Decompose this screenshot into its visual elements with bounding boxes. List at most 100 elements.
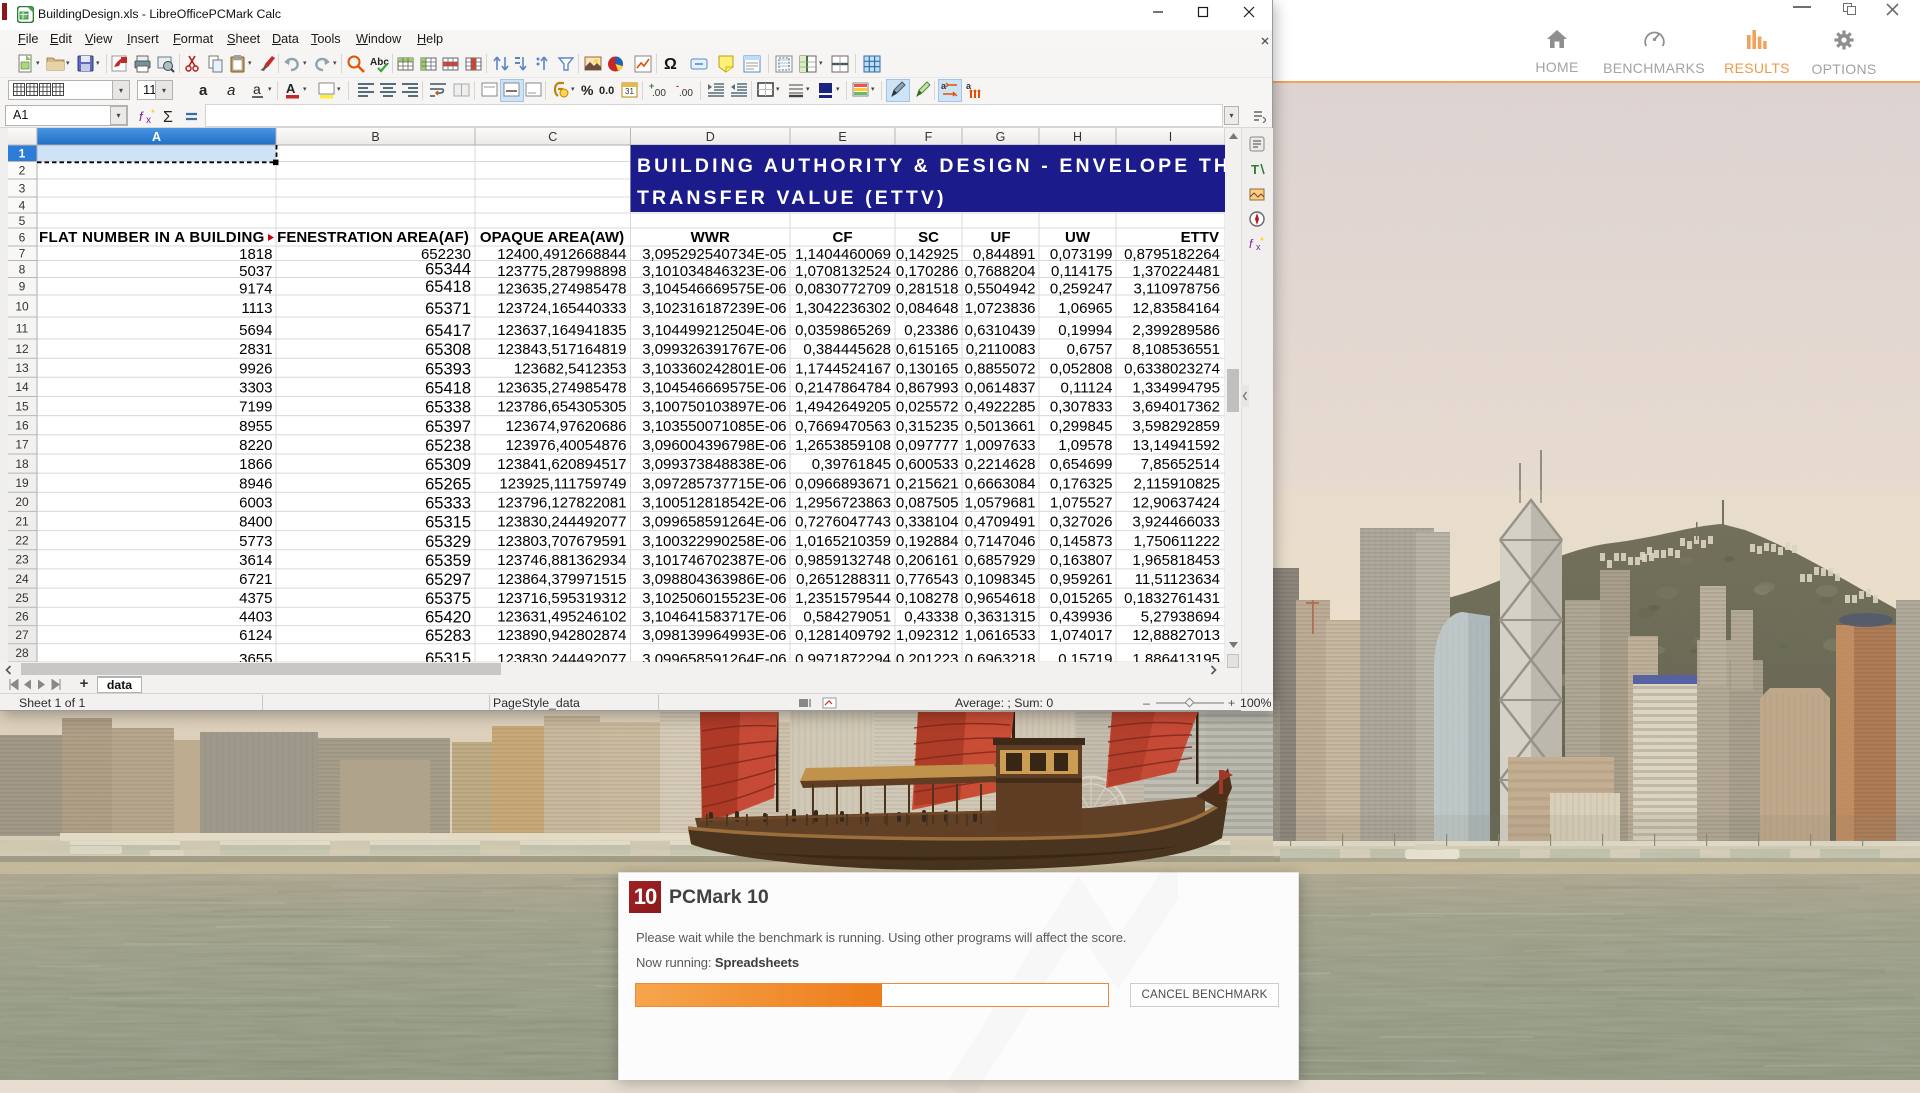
svg-text:12: 12: [15, 342, 29, 356]
svg-text:3655: 3655: [239, 651, 272, 662]
svg-text:123637,164941835: 123637,164941835: [497, 322, 626, 339]
svg-text:65397: 65397: [425, 418, 471, 436]
svg-text:0,0830772709: 0,0830772709: [795, 281, 891, 298]
svg-text:3,103550071085E-06: 3,103550071085E-06: [642, 418, 786, 435]
svg-text:1,965818453: 1,965818453: [1132, 552, 1220, 569]
svg-text:0,084648: 0,084648: [896, 300, 959, 317]
svg-text:0,39761845: 0,39761845: [812, 456, 891, 473]
svg-text:1,2653859108: 1,2653859108: [795, 437, 891, 454]
svg-text:3,098139964993E-06: 3,098139964993E-06: [642, 627, 786, 644]
svg-text:5: 5: [19, 214, 26, 228]
svg-text:123716,595319312: 123716,595319312: [497, 590, 626, 607]
svg-text:123674,97620686: 123674,97620686: [506, 418, 627, 435]
svg-text:3,099658591264E-06: 3,099658591264E-06: [642, 514, 786, 531]
svg-text:3,098804363986E-06: 3,098804363986E-06: [642, 571, 786, 588]
svg-text:1,1404460069: 1,1404460069: [795, 246, 891, 263]
svg-text:23: 23: [15, 553, 29, 567]
svg-text:0,6663084: 0,6663084: [965, 475, 1036, 492]
svg-text:a: a: [227, 82, 235, 99]
svg-text:4403: 4403: [239, 609, 272, 626]
svg-text:G: G: [996, 130, 1006, 144]
svg-text:1,0579681: 1,0579681: [965, 494, 1036, 511]
svg-text:a: a: [966, 81, 972, 91]
svg-text:0,439936: 0,439936: [1050, 609, 1113, 626]
svg-text:65338: 65338: [425, 399, 471, 417]
svg-text:0,2651288311: 0,2651288311: [796, 571, 891, 588]
svg-text:0,6310439: 0,6310439: [965, 322, 1036, 339]
svg-text:0,8855072: 0,8855072: [965, 360, 1036, 377]
svg-text:0,307833: 0,307833: [1050, 399, 1113, 416]
svg-text:0,654699: 0,654699: [1050, 456, 1113, 473]
svg-text:6721: 6721: [239, 571, 272, 588]
svg-text:0,015265: 0,015265: [1050, 590, 1113, 607]
svg-text:3,095292540734E-05: 3,095292540734E-05: [642, 246, 786, 263]
svg-text:0,097777: 0,097777: [896, 437, 959, 454]
svg-text:3,694017362: 3,694017362: [1132, 399, 1220, 416]
svg-text:8,108536551: 8,108536551: [1132, 341, 1220, 358]
svg-text:H: H: [1073, 130, 1082, 144]
svg-text:123635,274985478: 123635,274985478: [497, 281, 626, 298]
svg-text:123864,379971515: 123864,379971515: [497, 571, 626, 588]
svg-text:1,886413195: 1,886413195: [1132, 651, 1220, 662]
svg-text:1,0616533: 1,0616533: [965, 627, 1036, 644]
svg-text:3,104546669575E-06: 3,104546669575E-06: [642, 380, 786, 397]
svg-text:FLAT NUMBER IN A BUILDING: FLAT NUMBER IN A BUILDING: [39, 229, 265, 246]
svg-text:5773: 5773: [239, 533, 272, 550]
svg-text:13,14941592: 13,14941592: [1132, 437, 1220, 454]
svg-text:0,4709491: 0,4709491: [965, 514, 1036, 531]
svg-text:9926: 9926: [239, 360, 272, 377]
svg-text:0,844891: 0,844891: [973, 246, 1036, 263]
svg-text:3,104499212504E-06: 3,104499212504E-06: [642, 322, 786, 339]
svg-text:17: 17: [15, 438, 29, 452]
svg-text:1113: 1113: [241, 300, 272, 317]
svg-text:1,09578: 1,09578: [1058, 437, 1112, 454]
svg-text:0,11124: 0,11124: [1061, 380, 1113, 397]
svg-text:1,4942649205: 1,4942649205: [795, 399, 891, 416]
svg-text:a: a: [199, 82, 208, 99]
svg-text:x: x: [146, 115, 151, 124]
svg-text:0,142925: 0,142925: [896, 246, 959, 263]
svg-text:1,0708132524: 1,0708132524: [795, 263, 891, 280]
svg-text:65238: 65238: [425, 437, 471, 455]
svg-text:3,099658591264E-06: 3,099658591264E-06: [642, 651, 786, 662]
svg-text:CF: CF: [833, 229, 853, 246]
svg-text:14: 14: [15, 380, 29, 394]
svg-text:15: 15: [15, 399, 29, 413]
svg-text:1,074017: 1,074017: [1050, 627, 1113, 644]
svg-text:0,0359865269: 0,0359865269: [795, 322, 891, 339]
svg-text:0,384445628: 0,384445628: [803, 341, 891, 358]
svg-text:FENESTRATION AREA(AF): FENESTRATION AREA(AF): [277, 229, 469, 246]
svg-text:0,7669470563: 0,7669470563: [795, 418, 891, 435]
svg-text:0,5013661: 0,5013661: [965, 418, 1036, 435]
svg-text:0,163807: 0,163807: [1050, 552, 1113, 569]
svg-text:3,103360242801E-06: 3,103360242801E-06: [642, 360, 786, 377]
svg-text:21: 21: [15, 514, 29, 528]
svg-text:7,85652514: 7,85652514: [1141, 456, 1220, 473]
svg-text:65420: 65420: [425, 609, 471, 627]
svg-text:3,102316187239E-06: 3,102316187239E-06: [642, 300, 786, 317]
svg-text:24: 24: [15, 572, 29, 586]
svg-text:65309: 65309: [425, 456, 471, 474]
svg-text:f: f: [1249, 237, 1254, 251]
svg-text:1,0723836: 1,0723836: [965, 300, 1036, 317]
svg-text:5694: 5694: [239, 322, 272, 339]
svg-text:65283: 65283: [425, 627, 471, 645]
svg-text:3,100750103897E-06: 3,100750103897E-06: [642, 399, 786, 416]
svg-text:2831: 2831: [239, 341, 272, 358]
svg-text:65344: 65344: [425, 261, 471, 279]
svg-text:1: 1: [19, 147, 26, 161]
svg-text:123775,287998898: 123775,287998898: [497, 263, 626, 280]
svg-text:3,598292859: 3,598292859: [1132, 418, 1220, 435]
svg-text:6003: 6003: [239, 494, 272, 511]
svg-text:10: 10: [15, 299, 29, 313]
svg-text:BUILDING AUTHORITY & DESIGN -: BUILDING AUTHORITY & DESIGN - ENVELOPE T…: [637, 155, 1241, 177]
svg-text:0,1832761431: 0,1832761431: [1124, 590, 1220, 607]
svg-text:123796,127822081: 123796,127822081: [497, 494, 626, 511]
svg-text:a: a: [253, 81, 261, 97]
svg-text:0,259247: 0,259247: [1050, 281, 1113, 298]
svg-text:0,6963218: 0,6963218: [965, 651, 1036, 662]
svg-text:4: 4: [19, 198, 26, 212]
svg-text:16: 16: [15, 419, 29, 433]
svg-text:0,215621: 0,215621: [896, 475, 959, 492]
svg-text:3,100512818542E-06: 3,100512818542E-06: [642, 494, 786, 511]
